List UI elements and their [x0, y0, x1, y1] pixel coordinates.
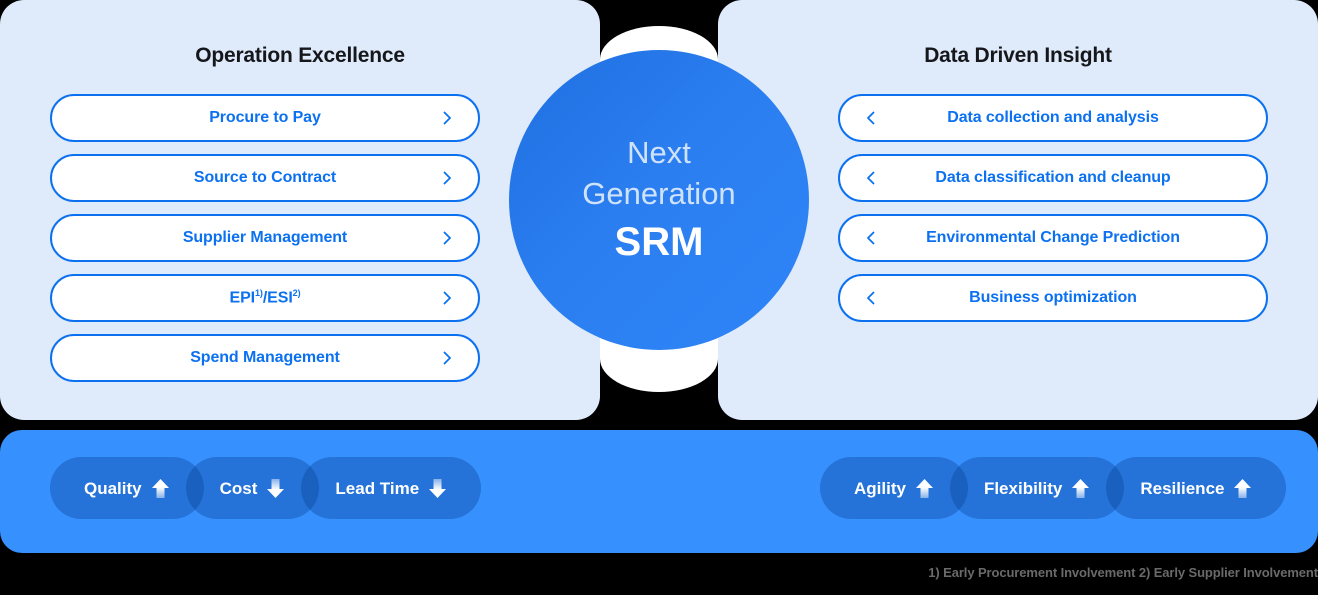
feature-button-label: Data classification and cleanup: [935, 169, 1171, 186]
chevron-right-icon: [440, 291, 454, 305]
outcomes-right-group: Agility Flexibility Resilience: [820, 457, 1287, 519]
right-panel-title: Data Driven Insight: [924, 44, 1112, 67]
outcome-pill-cost[interactable]: Cost: [185, 457, 320, 519]
outcomes-bar: Quality Cost Lead Time Agility Flexibili…: [0, 430, 1318, 553]
arrow-down-icon: [428, 478, 447, 499]
feature-button-data-collection-and-analysis[interactable]: Data collection and analysis: [838, 94, 1268, 142]
left-panel-title: Operation Excellence: [195, 44, 405, 67]
outcome-label: Flexibility: [983, 478, 1063, 498]
feature-button-data-classification-and-cleanup[interactable]: Data classification and cleanup: [838, 154, 1268, 202]
feature-button-label: Business optimization: [969, 289, 1137, 306]
right-panel-item-list: Data collection and analysis Data classi…: [838, 94, 1268, 322]
left-panel-item-list: Procure to Pay Source to Contract Suppli…: [50, 94, 480, 382]
arrow-up-icon: [1233, 478, 1252, 499]
feature-button-label: Environmental Change Prediction: [926, 229, 1180, 246]
arrow-up-icon: [915, 478, 934, 499]
outcome-pill-resilience[interactable]: Resilience: [1106, 457, 1287, 519]
feature-button-label: Spend Management: [190, 349, 340, 366]
outcome-label: Cost: [219, 478, 258, 498]
outcome-label: Lead Time: [335, 478, 420, 498]
core-line-2: Generation: [582, 176, 736, 211]
core-line-3: SRM: [614, 220, 704, 265]
feature-button-epi-esi[interactable]: EPI1)/ESI2): [50, 274, 480, 322]
chevron-left-icon: [864, 111, 878, 125]
feature-button-source-to-contract[interactable]: Source to Contract: [50, 154, 480, 202]
feature-button-supplier-management[interactable]: Supplier Management: [50, 214, 480, 262]
feature-button-business-optimization[interactable]: Business optimization: [838, 274, 1268, 322]
chevron-right-icon: [440, 111, 454, 125]
feature-button-label: Supplier Management: [182, 229, 348, 246]
outcome-pill-lead-time[interactable]: Lead Time: [301, 457, 482, 519]
chevron-left-icon: [864, 291, 878, 305]
outcome-label: Agility: [854, 478, 906, 498]
footnote-text: 1) Early Procurement Involvement 2) Earl…: [928, 565, 1318, 580]
outcome-pill-agility[interactable]: Agility: [820, 457, 968, 519]
chevron-left-icon: [864, 231, 878, 245]
feature-button-label: Procure to Pay: [209, 109, 321, 126]
core-line-1: Next: [627, 134, 691, 170]
outcomes-left-group: Quality Cost Lead Time: [50, 457, 482, 519]
arrow-up-icon: [1071, 478, 1090, 499]
feature-button-label: Source to Contract: [193, 169, 337, 186]
outcome-pill-quality[interactable]: Quality: [50, 457, 204, 519]
feature-button-spend-management[interactable]: Spend Management: [50, 334, 480, 382]
chevron-right-icon: [440, 171, 454, 185]
outcome-label: Quality: [84, 478, 142, 498]
feature-button-label: EPI1)/ESI2): [229, 288, 301, 307]
feature-button-label: Data collection and analysis: [947, 109, 1159, 126]
chevron-left-icon: [864, 171, 878, 185]
feature-button-environmental-change-prediction[interactable]: Environmental Change Prediction: [838, 214, 1268, 262]
outcome-pill-flexibility[interactable]: Flexibility: [949, 457, 1125, 519]
infographic-root: Operation Excellence Procure to Pay Sour…: [0, 0, 1318, 595]
core-concept-circle: Next Generation SRM: [509, 50, 809, 350]
chevron-right-icon: [440, 231, 454, 245]
arrow-down-icon: [266, 478, 285, 499]
arrow-up-icon: [151, 478, 170, 499]
outcome-label: Resilience: [1140, 478, 1225, 498]
chevron-right-icon: [440, 351, 454, 365]
feature-button-procure-to-pay[interactable]: Procure to Pay: [50, 94, 480, 142]
